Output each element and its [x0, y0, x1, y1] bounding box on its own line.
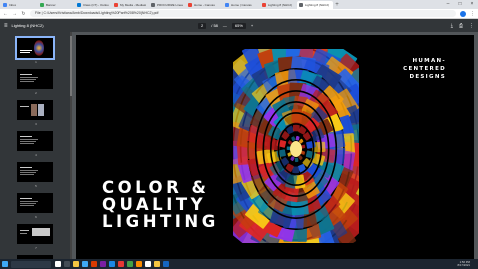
tab-label: Lighting 8 (NHC2): [268, 3, 293, 7]
clock-date: 8/17/2021: [457, 263, 470, 267]
more-actions-icon[interactable]: ⋮: [469, 23, 474, 29]
zoom-out-button[interactable]: —: [223, 23, 227, 28]
browser-tab-strip: Inbox Banner Class (CT) - Outlook My Media …: [0, 0, 478, 9]
taskbar-app-icon[interactable]: [154, 261, 160, 267]
page-thumbnail[interactable]: [17, 69, 53, 89]
minimize-button[interactable]: –: [442, 0, 454, 9]
tab-label: PROCURIZE Lineage: [157, 3, 183, 7]
page-thumbnail-number: 4: [35, 153, 37, 157]
back-arrow-icon[interactable]: ←: [3, 11, 8, 17]
browser-tab[interactable]: Home - Canvas: [186, 1, 222, 9]
window-controls: – □ ×: [442, 0, 478, 9]
page-thumbnail-number: 6: [35, 215, 37, 219]
taskbar-app-icon[interactable]: [145, 261, 151, 267]
stained-glass-ceiling-image: [233, 49, 359, 243]
profile-avatar[interactable]: [460, 10, 466, 17]
windows-start-icon[interactable]: [2, 261, 8, 267]
tab-label: Lighting 8 (NHC2): [305, 3, 330, 7]
tab-favicon-icon: [188, 3, 192, 7]
tab-label: Home - Canvas: [194, 3, 215, 7]
headline-line: QUALITY: [102, 195, 207, 214]
browser-tab[interactable]: PROCURIZE Lineage: [149, 1, 185, 9]
taskbar-app-icon[interactable]: [55, 261, 61, 267]
forward-arrow-icon[interactable]: →: [12, 11, 17, 17]
browser-tab[interactable]: My Media - Mediasite: [112, 1, 148, 9]
page-thumbnail-number: 3: [35, 122, 37, 126]
pdf-page: COLOR & QUALITY LIGHTING HUMAN- CENTERED…: [76, 35, 474, 259]
headline-line: COLOR &: [102, 178, 210, 197]
taskbar-app-icon[interactable]: [73, 261, 79, 267]
pdf-actions: ⤓ ⎙ ⋮: [451, 23, 474, 29]
maximize-button[interactable]: □: [454, 0, 466, 9]
page-number-input[interactable]: 2: [198, 22, 207, 29]
taskbar-app-icon[interactable]: [91, 261, 97, 267]
taskbar-app-icon[interactable]: [118, 261, 124, 267]
tab-label: Banner: [46, 3, 56, 7]
tagline-line: CENTERED: [403, 66, 446, 73]
tab-favicon-icon: [40, 3, 44, 7]
print-icon[interactable]: ⎙: [459, 23, 463, 29]
taskbar-app-icon[interactable]: [100, 261, 106, 267]
tab-label: Class (CT) - Outlook: [83, 3, 109, 7]
taskbar-app-icon[interactable]: [82, 261, 88, 267]
tab-favicon-icon: [151, 3, 155, 7]
browser-tab[interactable]: Banner: [38, 1, 74, 9]
page-thumbnail-number: 1: [35, 60, 37, 64]
page-thumbnail[interactable]: [17, 100, 53, 120]
tab-favicon-icon: [225, 3, 229, 7]
page-zoom-controls: 2 / 58 — 65% +: [198, 22, 253, 29]
headline-line: LIGHTING: [102, 212, 219, 231]
new-tab-button[interactable]: +: [333, 1, 341, 9]
slide-headline: COLOR & QUALITY LIGHTING: [102, 179, 219, 230]
tab-label: Inbox: [9, 3, 17, 7]
tab-favicon-icon: [299, 3, 303, 7]
tagline-line: HUMAN-: [412, 58, 446, 64]
document-title: Lighting 8 (NHC2): [11, 23, 44, 28]
tab-label: My Media - Mediasite: [120, 3, 146, 7]
pdf-viewer[interactable]: COLOR & QUALITY LIGHTING HUMAN- CENTERED…: [72, 32, 478, 259]
browser-tab[interactable]: Lighting 8 (NHC2): [260, 1, 296, 9]
page-total: / 58: [211, 23, 218, 28]
hamburger-menu-icon[interactable]: ≡: [4, 23, 8, 29]
browser-tab[interactable]: Inbox: [1, 1, 37, 9]
page-thumbnail[interactable]: [17, 224, 53, 244]
download-icon[interactable]: ⤓: [451, 23, 453, 29]
page-thumbnail[interactable]: [15, 36, 55, 60]
address-bar: ← → ↻ File | C:/Users/Kristiana/Amb/Down…: [0, 9, 478, 19]
tab-favicon-icon: [3, 3, 7, 7]
tab-label: Home | Canvas: [231, 3, 252, 7]
tab-favicon-icon: [262, 3, 266, 7]
reload-icon[interactable]: ↻: [21, 11, 26, 17]
taskbar-app-icon[interactable]: [136, 261, 142, 267]
taskbar-app-icon[interactable]: [163, 261, 169, 267]
system-clock[interactable]: 1:56 PM 8/17/2021: [457, 260, 476, 268]
browser-tab[interactable]: Home | Canvas: [223, 1, 259, 9]
page-thumbnail-number: 7: [35, 246, 37, 250]
close-window-button[interactable]: ×: [466, 0, 478, 9]
taskbar-app-icon[interactable]: [127, 261, 133, 267]
taskbar-app-icon[interactable]: [64, 261, 70, 267]
zoom-in-button[interactable]: +: [251, 23, 253, 28]
taskbar: 1:56 PM 8/17/2021: [0, 259, 478, 269]
zoom-level-input[interactable]: 65%: [231, 22, 246, 29]
taskbar-app-icon[interactable]: [109, 261, 115, 267]
url-input[interactable]: File | C:/Users/Kristiana/Amb/Downloads/…: [30, 10, 456, 17]
page-thumbnail-number: 5: [35, 184, 37, 188]
page-thumbnail[interactable]: [17, 193, 53, 213]
page-thumbnail[interactable]: [17, 162, 53, 182]
page-thumbnail[interactable]: [17, 131, 53, 151]
browser-tab[interactable]: Class (CT) - Outlook: [75, 1, 111, 9]
pdf-toolbar: ≡ Lighting 8 (NHC2) 2 / 58 — 65% + ⤓ ⎙ ⋮: [0, 19, 478, 32]
tab-favicon-icon: [77, 3, 81, 7]
taskbar-search-input[interactable]: [11, 260, 51, 268]
tab-favicon-icon: [114, 3, 118, 7]
slide-tagline: HUMAN- CENTERED DESIGNS: [403, 57, 446, 82]
tagline-line: DESIGNS: [409, 74, 446, 81]
browser-menu-icon[interactable]: ⋮: [470, 11, 475, 17]
thumbnail-sidebar: 12345678: [0, 32, 72, 259]
page-thumbnail-number: 2: [35, 91, 37, 95]
browser-tab[interactable]: Lighting 8 (NHC2): [297, 1, 333, 9]
